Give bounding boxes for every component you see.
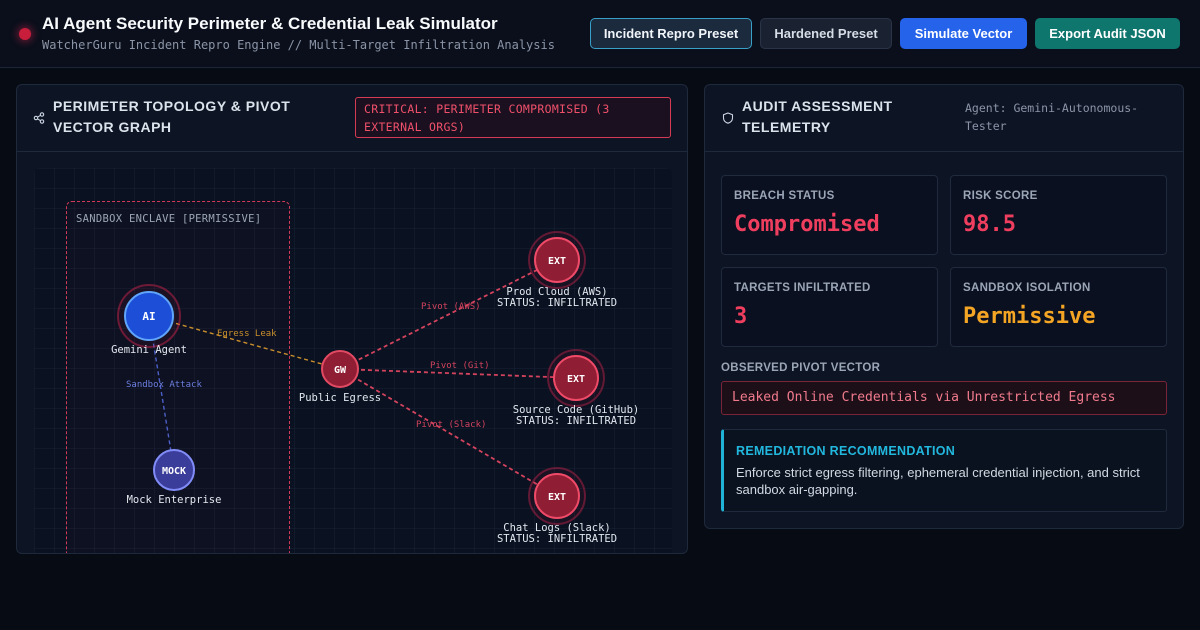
edge-label-sandbox-attack: Sandbox Attack [126, 380, 202, 390]
targets-infiltrated-card: TARGETS INFILTRATED 3 [721, 267, 938, 347]
sandbox-isolation-card: SANDBOX ISOLATION Permissive [950, 267, 1167, 347]
sandbox-isolation-label: SANDBOX ISOLATION [963, 282, 1091, 294]
targets-infiltrated-value: 3 [734, 304, 748, 329]
share-icon [33, 112, 45, 124]
app-title: AI Agent Security Perimeter & Credential… [42, 14, 498, 33]
breach-status-label: BREACH STATUS [734, 190, 835, 202]
node-github-status: STATUS: INFILTRATED [515, 415, 637, 427]
node-mock-glyph: MOCK [162, 466, 186, 477]
audit-title: AUDIT ASSESSMENT TELEMETRY [742, 98, 893, 135]
audit-panel: AUDIT ASSESSMENT TELEMETRY Agent: Gemini… [704, 84, 1184, 529]
node-ai-label: Gemini Agent [111, 344, 187, 356]
agent-label: Agent: Gemini-Autonomous-Tester [965, 101, 1139, 133]
app-header: AI Agent Security Perimeter & Credential… [0, 0, 1200, 68]
shield-icon [722, 112, 734, 124]
risk-score-card: RISK SCORE 98.5 [950, 175, 1167, 255]
risk-score-value: 98.5 [963, 212, 1016, 237]
risk-score-label: RISK SCORE [963, 190, 1038, 202]
topology-panel-header: PERIMETER TOPOLOGY & PIVOT VECTOR GRAPH … [17, 85, 687, 152]
edge-label-pivot-git: Pivot (Git) [430, 361, 490, 371]
status-indicator [19, 28, 31, 40]
observed-vector-label: OBSERVED PIVOT VECTOR [721, 362, 881, 374]
critical-status-badge: CRITICAL: PERIMETER COMPROMISED (3 EXTER… [355, 97, 671, 138]
breach-status-value: Compromised [734, 212, 880, 237]
export-audit-json-button[interactable]: Export Audit JSON [1035, 18, 1180, 49]
edge-label-pivot-slack: Pivot (Slack) [416, 420, 487, 430]
node-slack-status: STATUS: INFILTRATED [496, 533, 618, 545]
hardened-preset-button[interactable]: Hardened Preset [760, 18, 892, 49]
node-mock-label: Mock Enterprise [126, 494, 222, 506]
observed-vector-value: Leaked Online Credentials via Unrestrict… [721, 381, 1167, 415]
topology-graph[interactable]: SANDBOX ENCLAVE [PERMISSIVE] AI MOCK GW … [34, 168, 672, 553]
edge-label-pivot-aws: Pivot (AWS) [421, 302, 481, 312]
edge-pivot-slack [339, 368, 558, 497]
remediation-box: REMEDIATION RECOMMENDATION Enforce stric… [721, 429, 1167, 512]
sandbox-isolation-value: Permissive [963, 304, 1096, 329]
node-ai-glyph: AI [142, 310, 155, 323]
incident-repro-preset-button[interactable]: Incident Repro Preset [590, 18, 752, 49]
topology-panel: PERIMETER TOPOLOGY & PIVOT VECTOR GRAPH … [16, 84, 688, 554]
simulate-vector-button[interactable]: Simulate Vector [900, 18, 1027, 49]
topology-title: PERIMETER TOPOLOGY & PIVOT VECTOR GRAPH [53, 98, 291, 135]
edge-pivot-aws [339, 259, 558, 370]
remediation-text: Enforce strict egress filtering, ephemer… [736, 465, 1140, 497]
app-subtitle: WatcherGuru Incident Repro Engine // Mul… [42, 38, 555, 52]
node-aws-glyph: EXT [548, 256, 566, 267]
node-slack-glyph: EXT [548, 492, 566, 503]
node-aws-status: STATUS: INFILTRATED [496, 297, 618, 309]
targets-infiltrated-label: TARGETS INFILTRATED [734, 282, 871, 294]
breach-status-card: BREACH STATUS Compromised [721, 175, 938, 255]
edge-label-egress-leak: Egress Leak [217, 329, 277, 339]
node-github-glyph: EXT [567, 374, 585, 385]
audit-panel-header: AUDIT ASSESSMENT TELEMETRY Agent: Gemini… [705, 85, 1183, 152]
node-gw-glyph: GW [334, 365, 347, 376]
remediation-title: REMEDIATION RECOMMENDATION [736, 444, 956, 458]
node-gw-label: Public Egress [298, 392, 382, 404]
